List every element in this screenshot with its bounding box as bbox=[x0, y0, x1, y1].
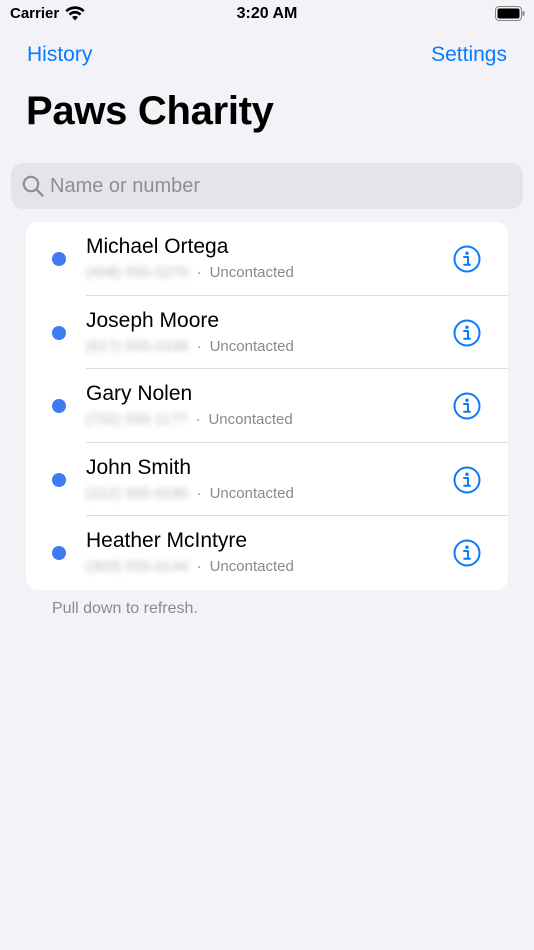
contact-phone: (212) 555-0180 bbox=[86, 484, 189, 502]
battery-icon bbox=[495, 6, 525, 21]
contact-status: Uncontacted bbox=[209, 484, 294, 502]
contact-name: Joseph Moore bbox=[86, 308, 220, 332]
contact-phone: (408) 555-5270 bbox=[86, 264, 189, 281]
contact-status: Uncontacted bbox=[209, 558, 294, 576]
contact-name: Gary Nolen bbox=[86, 382, 193, 406]
contact-phone: (303) 555-0144 bbox=[86, 558, 189, 576]
contact-subtitle: (303) 555-0144 · Uncontacted bbox=[86, 558, 294, 576]
contacts-list: Michael Ortega (408) 555-5270 · Uncontacte… bbox=[26, 222, 508, 590]
status-bar: Carrier 3:20 AM bbox=[0, 0, 534, 30]
search-bar[interactable] bbox=[11, 163, 523, 209]
contact-row[interactable]: Gary Nolen (702) 555-1177 · Uncontacted bbox=[26, 369, 508, 443]
contact-subtitle: (408) 555-5270 · Uncontacted bbox=[86, 264, 294, 281]
search-input[interactable] bbox=[50, 169, 510, 203]
contact-status: Uncontacted bbox=[209, 337, 294, 355]
status-dot bbox=[52, 325, 66, 340]
contact-status: Uncontacted bbox=[209, 264, 294, 281]
status-dot bbox=[52, 472, 66, 487]
status-dot bbox=[52, 252, 66, 266]
screen: Carrier 3:20 AM History Settings Paws Ch… bbox=[0, 0, 534, 950]
contact-row[interactable]: John Smith (212) 555-0180 · Uncontacted bbox=[26, 443, 508, 517]
contact-row[interactable]: Heather McIntyre (303) 555-0144 · Uncontac… bbox=[26, 516, 508, 590]
contact-subtitle: (212) 555-0180 · Uncontacted bbox=[86, 484, 294, 502]
history-button[interactable]: History bbox=[27, 43, 92, 67]
contact-name: Heather McIntyre bbox=[86, 529, 248, 553]
contact-phone: (617) 555-0199 bbox=[86, 337, 189, 355]
refresh-hint: Pull down to refresh. bbox=[52, 600, 198, 617]
status-time: 3:20 AM bbox=[236, 5, 298, 22]
contact-subtitle: (617) 555-0199 · Uncontacted bbox=[86, 337, 294, 355]
search-icon bbox=[22, 175, 44, 197]
contact-name: John Smith bbox=[86, 455, 192, 479]
info-icon[interactable] bbox=[453, 539, 481, 567]
info-icon[interactable] bbox=[453, 466, 481, 494]
contact-subtitle: (702) 555-1177 · Uncontacted bbox=[86, 411, 293, 429]
contact-row[interactable]: Michael Ortega (408) 555-5270 · Uncontacte… bbox=[26, 222, 508, 296]
info-icon[interactable] bbox=[453, 392, 481, 420]
contact-phone: (702) 555-1177 bbox=[86, 411, 188, 429]
settings-button[interactable]: Settings bbox=[431, 43, 507, 67]
info-icon[interactable] bbox=[453, 245, 481, 273]
info-icon[interactable] bbox=[453, 319, 481, 347]
contact-status: Uncontacted bbox=[208, 411, 293, 429]
status-dot bbox=[52, 399, 66, 414]
contact-name: Michael Ortega bbox=[86, 235, 229, 258]
page-title: Paws Charity bbox=[26, 89, 274, 133]
status-dot bbox=[52, 546, 66, 561]
contact-row[interactable]: Joseph Moore (617) 555-0199 · Uncontacted bbox=[26, 296, 508, 370]
